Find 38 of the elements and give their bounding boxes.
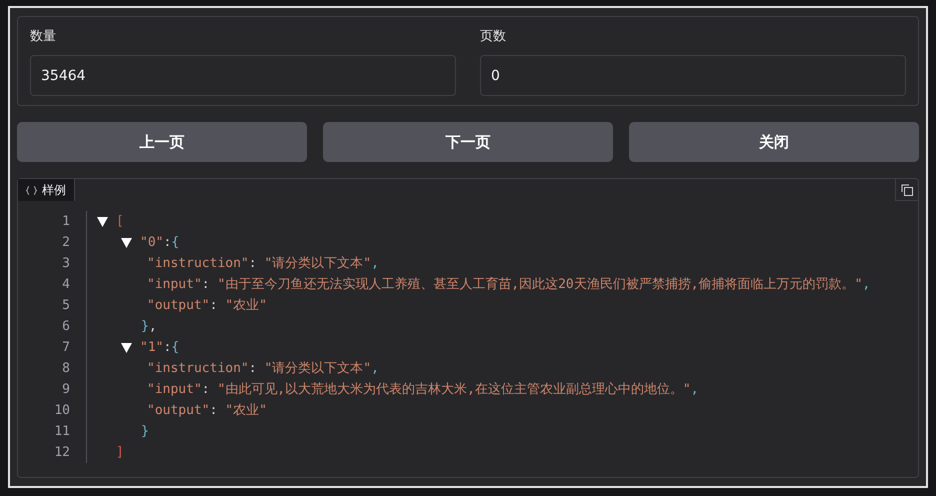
- line-number: 10: [54, 402, 70, 420]
- copy-icon: [901, 184, 913, 196]
- code-line: "output": "农业": [147, 402, 267, 420]
- line-number: 4: [62, 276, 70, 294]
- line-number: 5: [62, 297, 70, 315]
- field-label: 页数: [480, 28, 507, 46]
- page-button[interactable]: 上一页: [17, 122, 307, 162]
- code-line: "0":{: [140, 234, 180, 252]
- collapse-triangle-icon[interactable]: [121, 238, 132, 248]
- code-line: "input": "由此可见,以大荒地大米为代表的吉林大米,在这位主管农业副总理心中的地位。",: [147, 381, 699, 399]
- code-line: "input": "由于至今刀鱼还无法实现人工养殖、甚至人工育苗,因此这20天渔民们被严禁捕捞,偷捕将面临上万元的罚款。",: [147, 276, 870, 294]
- code-line: ]: [116, 444, 124, 462]
- line-number: 2: [62, 234, 70, 252]
- copy-button[interactable]: [895, 179, 918, 201]
- code-line: [: [116, 213, 124, 231]
- code-line: }: [141, 423, 149, 441]
- close-button[interactable]: 关闭: [629, 122, 919, 162]
- line-number: 3: [62, 255, 70, 273]
- line-number: 8: [62, 360, 70, 378]
- code-line: "instruction": "请分类以下文本",: [147, 360, 379, 378]
- line-number: 6: [62, 318, 70, 336]
- line-number: 1: [62, 213, 70, 231]
- collapse-triangle-icon[interactable]: [121, 342, 132, 352]
- code-line: "instruction": "请分类以下文本",: [147, 255, 379, 273]
- line-number: 12: [54, 444, 70, 462]
- collapse-triangle-icon[interactable]: [97, 216, 108, 226]
- braces-icon: [26, 186, 37, 194]
- sample-tab[interactable]: 样例: [18, 179, 75, 201]
- code-line: "1":{: [140, 339, 180, 357]
- line-number: 7: [62, 339, 70, 357]
- input-field[interactable]: 0: [480, 55, 906, 96]
- line-number: 9: [62, 381, 70, 399]
- field-label: 数量: [30, 28, 57, 46]
- line-number: 11: [54, 423, 70, 441]
- code-line: },: [141, 318, 157, 336]
- input-field[interactable]: 35464: [30, 55, 456, 96]
- code-line: "output": "农业": [147, 297, 267, 315]
- page-button[interactable]: 下一页: [323, 122, 613, 162]
